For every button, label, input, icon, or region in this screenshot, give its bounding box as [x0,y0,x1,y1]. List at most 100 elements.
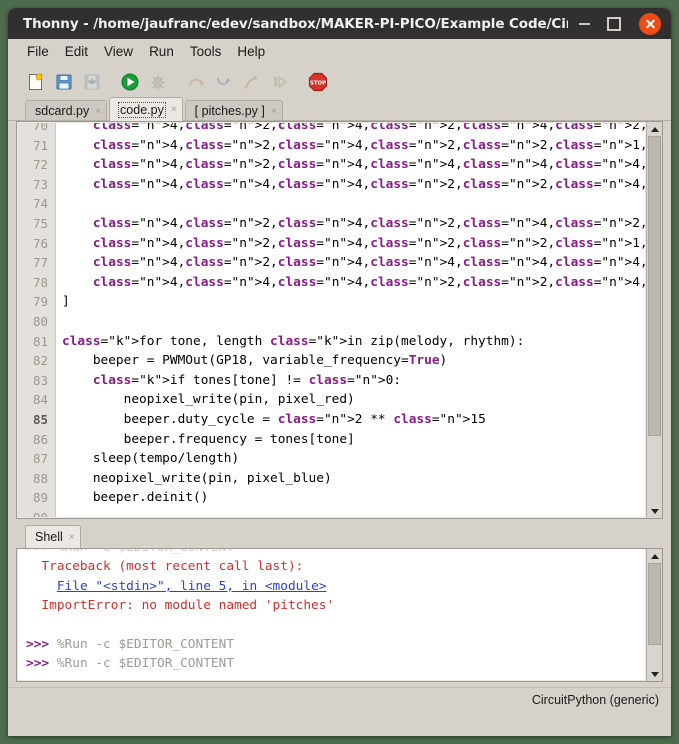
tab-close-icon[interactable]: × [95,106,101,117]
step-into-button[interactable] [212,70,236,94]
code-line: beeper.frequency = tones[tone] [62,431,355,447]
editor-tab-label: sdcard.py [35,104,90,118]
line-number: 70 [32,123,48,133]
shell-vertical-scrollbar[interactable] [646,549,662,681]
shell-line: File "<stdin>", line 5, in <module> [56,578,327,594]
line-number: 77 [32,255,48,271]
stop-button[interactable]: STOP [306,70,330,94]
code-line: sleep(tempo/length) [62,451,240,467]
shell-line[interactable]: >>> [26,674,645,680]
line-number: 86 [32,431,48,447]
line-number: 76 [32,235,48,251]
tab-close-icon[interactable]: × [171,104,177,115]
menu-run[interactable]: Run [141,42,182,62]
minimize-icon [578,22,590,25]
code-line: class="n">4,class="n">4,class="n">4,clas… [92,176,645,192]
editor-tab-pitches[interactable]: [ pitches.py ] × [184,100,283,121]
step-over-button[interactable] [184,70,208,94]
menu-tools[interactable]: Tools [182,42,230,62]
shell-panel: >>> %Run -c $EDITOR_CONTENT Traceback (m… [16,548,663,682]
save-file-icon [84,74,100,89]
debug-button[interactable] [146,70,170,94]
editor-tab-label: [ pitches.py ] [194,104,265,118]
code-line: neopixel_write(pin, pixel_blue) [62,470,332,486]
interpreter-status[interactable]: CircuitPython (generic) [532,693,659,707]
line-number: 90 [18,508,55,517]
line-number: 78 [32,274,48,290]
code-line: ] [62,294,70,310]
close-button[interactable] [637,8,663,39]
line-number: 80 [32,313,48,329]
code-line: class="n">4,class="n">2,class="n">4,clas… [92,123,645,133]
scroll-up-icon[interactable] [647,549,662,563]
step-into-icon [217,77,231,85]
status-bar: CircuitPython (generic) [8,687,671,712]
maximize-icon [607,16,621,31]
open-file-button[interactable] [52,70,76,94]
scroll-up-icon[interactable] [647,122,662,136]
minimize-button[interactable] [569,8,599,39]
editor-tab-sdcard[interactable]: sdcard.py × [25,100,108,121]
line-number-gutter: 70 71 72 73 74 75 76 77 78 79 80 81 82 83 84 85 86 87 88 89… [18,123,56,517]
maximize-button[interactable] [599,8,629,39]
line-number: 72 [32,157,48,173]
line-number: 89 [32,490,48,506]
code-editor: 70 71 72 73 74 75 76 77 78 79 80 81 82 83 84 85 86 87 88 89… [16,121,663,519]
resume-button[interactable] [268,70,292,94]
code-line: beeper.deinit() [62,490,209,506]
stop-icon: STOP [308,72,328,91]
editor-tab-bar: sdcard.py × code.py × [ pitches.py ] × [8,97,671,121]
save-file-button[interactable] [80,70,104,94]
line-number: 79 [32,294,48,310]
editor-vertical-scrollbar[interactable] [646,122,662,518]
menu-file[interactable]: File [19,42,57,62]
menu-view[interactable]: View [96,42,141,62]
new-file-icon [29,73,43,90]
code-line: class="n">4,class="n">2,class="n">4,clas… [92,137,645,153]
shell-tab-bar: Shell × [8,525,671,548]
code-text-area[interactable]: class="n">4,class="n">2,class="n">4,clas… [56,123,645,517]
shell-line[interactable]: >>> %Run -c $EDITOR_CONTENT [26,635,645,654]
scroll-down-icon[interactable] [647,667,662,681]
scroll-down-icon[interactable] [647,504,662,518]
shell-line: ImportError: no module named 'pitches' [26,598,335,614]
code-line: beeper = PWMOut(GP18, variable_frequency… [62,353,448,369]
shell-line: >>> %Run -c $EDITOR_CONTENT [26,549,645,557]
shell-tab-close-icon[interactable]: × [69,532,75,543]
menu-edit[interactable]: Edit [57,42,96,62]
step-over-icon [189,78,205,86]
line-number: 83 [32,372,48,388]
line-number: 85 [32,411,48,427]
new-file-button[interactable] [24,70,48,94]
editor-tab-code[interactable]: code.py × [109,97,183,121]
debug-icon [151,74,165,90]
line-number: 73 [32,176,48,192]
shell-tab-label: Shell [35,530,63,544]
code-line: class="k">for tone, length class="k">in … [62,333,525,349]
shell-line: Traceback (most recent call last): [26,559,304,575]
step-out-button[interactable] [240,70,264,94]
shell-line[interactable]: >>> %Run -c $EDITOR_CONTENT [26,654,645,673]
shell-tab[interactable]: Shell × [25,525,81,548]
tab-close-icon[interactable]: × [271,106,277,117]
line-number: 75 [32,215,48,231]
run-button[interactable] [118,70,142,94]
thonny-window: Thonny - /home/jaufranc/edev/sandbox/MAK… [8,8,671,736]
open-file-icon [56,74,72,89]
code-line: neopixel_write(pin, pixel_red) [62,392,355,408]
line-number: 81 [32,333,48,349]
toolbar: STOP [8,65,671,98]
line-number: 87 [32,451,48,467]
shell-scroll-thumb[interactable] [648,563,661,645]
step-out-icon [244,75,258,89]
editor-scroll-thumb[interactable] [648,136,661,436]
code-line: class="n">4,class="n">2,class="n">4,clas… [92,235,645,251]
close-icon [639,12,661,35]
line-number: 84 [32,392,48,408]
title-bar: Thonny - /home/jaufranc/edev/sandbox/MAK… [8,8,671,39]
code-editor-inner: 70 71 72 73 74 75 76 77 78 79 80 81 82 83 84 85 86 87 88 89… [18,123,645,517]
shell-output-area[interactable]: >>> %Run -c $EDITOR_CONTENT Traceback (m… [18,549,645,680]
menu-help[interactable]: Help [229,42,273,62]
editor-tab-label: code.py [118,101,166,118]
